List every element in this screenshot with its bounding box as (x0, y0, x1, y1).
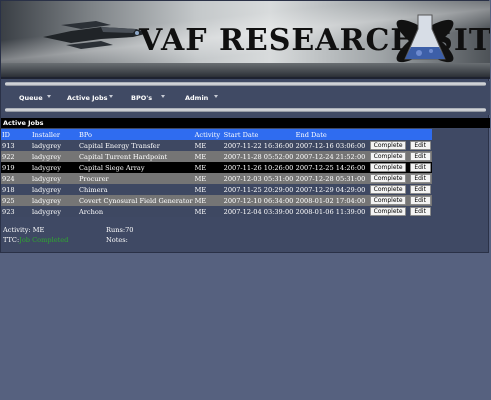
edit-button[interactable]: Edit (409, 152, 431, 161)
cell-activity: ME (194, 196, 207, 205)
detail-activity: Activity: ME (3, 226, 45, 234)
cell-end-date: 2007-12-28 05:31:00 (295, 174, 366, 183)
nav-active-jobs[interactable]: Active Jobs (67, 94, 108, 102)
cell-installer: ladygrey (32, 185, 61, 194)
cell-end-date: 2007-12-25 14:26:00 (295, 163, 366, 172)
active-jobs-table: ID Installer BPo Activity Start Date End… (1, 129, 432, 217)
detail-notes: Notes: (106, 236, 128, 244)
cell-installer: ladygrey (32, 141, 61, 150)
nav-bpos[interactable]: BPO's (131, 94, 152, 102)
cell-id: 918 (2, 185, 15, 194)
chevron-down-icon (109, 95, 113, 98)
nav-queue[interactable]: Queue (19, 94, 43, 102)
cell-bpo: Covert Cynosural Field Generator (79, 196, 193, 205)
cell-bpo: Procurer (79, 174, 109, 183)
site-banner: VAF RESEARCH SITE (1, 1, 490, 79)
edit-button[interactable]: Edit (409, 174, 431, 183)
nav-admin[interactable]: Admin (185, 94, 208, 102)
edit-button[interactable]: Edit (409, 185, 431, 194)
complete-button[interactable]: Complete (369, 152, 406, 161)
table-row[interactable]: 923 ladygrey Archon ME 2007-12-04 03:39:… (1, 206, 432, 217)
cell-bpo: Archon (79, 207, 104, 216)
page-container: VAF RESEARCH SITE Queue Active Jobs BPO'… (0, 0, 490, 253)
cell-start-date: 2007-11-25 20:29:00 (223, 185, 294, 194)
cell-start-date: 2007-12-03 05:31:00 (223, 174, 294, 183)
cell-id: 924 (2, 174, 15, 183)
edit-button[interactable]: Edit (409, 196, 431, 205)
detail-ttc-label: TTC: (3, 236, 20, 244)
col-end-date: End Date (295, 130, 327, 139)
complete-button[interactable]: Complete (369, 196, 406, 205)
cell-activity: ME (194, 207, 207, 216)
main-nav: Queue Active Jobs BPO's Admin (1, 81, 490, 115)
cell-installer: ladygrey (32, 152, 61, 161)
cell-id: 922 (2, 152, 15, 161)
table-header-row: ID Installer BPo Activity Start Date End… (1, 129, 432, 140)
section-title: Active Jobs (1, 118, 490, 128)
table-row[interactable]: 922 ladygrey Capital Turrent Hardpoint M… (1, 151, 432, 162)
table-row[interactable]: 925 ladygrey Covert Cynosural Field Gene… (1, 195, 432, 206)
detail-runs: Runs:70 (106, 226, 134, 234)
cell-end-date: 2008-01-02 17:04:00 (295, 196, 366, 205)
cell-installer: ladygrey (32, 174, 61, 183)
chevron-down-icon (161, 95, 165, 98)
cell-bpo: Capital Turrent Hardpoint (79, 152, 168, 161)
complete-button[interactable]: Complete (369, 141, 406, 150)
complete-button[interactable]: Complete (369, 174, 406, 183)
chevron-down-icon (47, 95, 51, 98)
cell-end-date: 2007-12-16 03:06:00 (295, 141, 366, 150)
cell-end-date: 2007-12-24 21:52:00 (295, 152, 366, 161)
cell-end-date: 2008-01-06 11:39:00 (295, 207, 366, 216)
flask-logo-icon (396, 14, 454, 63)
table-row[interactable]: 924 ladygrey Procurer ME 2007-12-03 05:3… (1, 173, 432, 184)
cell-bpo: Capital Energy Transfer (79, 141, 160, 150)
cell-start-date: 2007-11-22 16:36:00 (223, 141, 294, 150)
col-start-date: Start Date (223, 130, 259, 139)
cell-start-date: 2007-12-10 06:34:00 (223, 196, 294, 205)
col-id: ID (2, 130, 10, 139)
table-row[interactable]: 918 ladygrey Chimera ME 2007-11-25 20:29… (1, 184, 432, 195)
col-installer: Installer (32, 130, 61, 139)
cell-activity: ME (194, 163, 207, 172)
spaceship-icon (43, 21, 149, 49)
edit-button[interactable]: Edit (409, 207, 431, 216)
cell-activity: ME (194, 141, 207, 150)
complete-button[interactable]: Complete (369, 185, 406, 194)
cell-activity: ME (194, 152, 207, 161)
detail-ttc-value: Job Completed (19, 236, 69, 244)
chevron-down-icon (214, 95, 218, 98)
cell-bpo: Chimera (79, 185, 108, 194)
cell-start-date: 2007-11-28 05:52:00 (223, 152, 294, 161)
table-row[interactable]: 919 ladygrey Capital Siege Array ME 2007… (1, 162, 432, 173)
cell-activity: ME (194, 185, 207, 194)
cell-id: 919 (2, 163, 15, 172)
cell-start-date: 2007-11-26 10:26:00 (223, 163, 294, 172)
cell-id: 925 (2, 196, 15, 205)
cell-id: 913 (2, 141, 15, 150)
job-details: Activity: ME Runs:70 TTC:Job Completed N… (3, 225, 203, 245)
col-bpo: BPo (79, 130, 92, 139)
complete-button[interactable]: Complete (369, 163, 406, 172)
cell-start-date: 2007-12-04 03:39:00 (223, 207, 294, 216)
cell-installer: ladygrey (32, 163, 61, 172)
cell-id: 923 (2, 207, 15, 216)
col-activity: Activity (194, 130, 221, 139)
cell-bpo: Capital Siege Array (79, 163, 145, 172)
cell-activity: ME (194, 174, 207, 183)
cell-installer: ladygrey (32, 196, 61, 205)
edit-button[interactable]: Edit (409, 163, 431, 172)
edit-button[interactable]: Edit (409, 141, 431, 150)
complete-button[interactable]: Complete (369, 207, 406, 216)
cell-end-date: 2007-12-29 04:29:00 (295, 185, 366, 194)
cell-installer: ladygrey (32, 207, 61, 216)
table-row[interactable]: 913 ladygrey Capital Energy Transfer ME … (1, 140, 432, 151)
